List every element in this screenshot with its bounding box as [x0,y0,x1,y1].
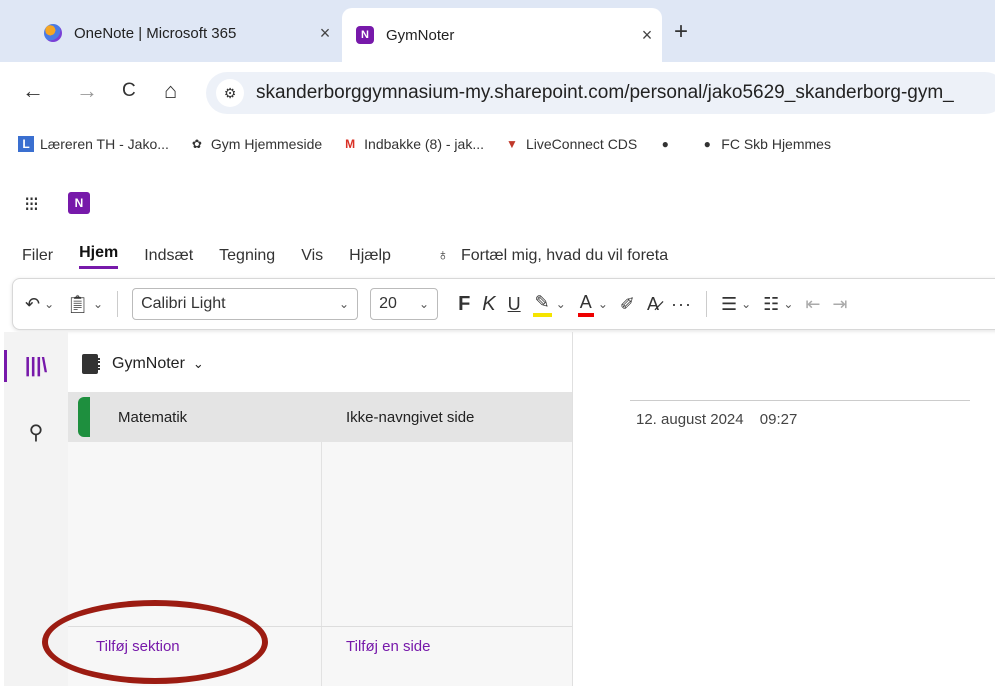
chevron-down-icon: ⌄ [741,297,752,311]
tab-title: OneNote | Microsoft 365 [74,24,237,42]
chevron-down-icon: ⌄ [419,297,430,311]
reload-icon[interactable]: C [122,80,136,102]
annotation-ellipse [42,600,268,684]
microsoft365-icon [44,24,62,42]
bullet-list-icon: ☰ [720,293,738,314]
underline-button[interactable]: U [508,294,521,315]
bookmark-item[interactable]: ● [657,136,679,152]
divider [705,291,707,317]
tab-tegning[interactable]: Tegning [219,247,275,265]
bookmark-item[interactable]: ● FC Skb Hjemmes [699,136,831,152]
italic-button[interactable]: K [482,293,495,316]
paste-button[interactable]: 📋︎ ⌄ [66,294,103,315]
divider [117,291,119,317]
new-tab-button[interactable]: + [674,18,688,46]
chevron-down-icon: ⌄ [555,297,566,311]
numbering-button[interactable]: ☷ ⌄ [763,294,793,315]
add-page-button[interactable]: Tilføj en side [346,638,430,655]
formatting-toolbar: ↶ ⌄ 📋︎ ⌄ Calibri Light ⌄ 20 ⌄ F K U ✎ ⌄ A ⌄ ✐ … [12,278,995,330]
highlighter-icon: ✎ [532,292,552,317]
highlight-button[interactable]: ✎ ⌄ [532,292,566,317]
outdent-icon: ⇤ [805,293,821,314]
brush-icon: ✐ [619,293,635,314]
url-bar[interactable]: ⚙ skanderborggymnasium-my.sharepoint.com… [206,72,995,114]
tell-me-text: Fortæl mig, hvad du vil foreta [460,247,669,264]
globe-icon: ● [703,137,711,151]
bookmark-item[interactable]: L Læreren TH - Jako... [18,136,169,152]
tab-indsaet[interactable]: Indsæt [144,247,193,265]
chevron-down-icon: ⌄ [44,297,55,311]
font-family-select[interactable]: Calibri Light ⌄ [132,288,359,320]
tab-gymnoter[interactable]: N GymNoter × [342,8,662,62]
page-item[interactable]: Ikke-navngivet side [322,392,572,442]
chevron-down-icon: ⌄ [597,297,608,311]
tab-hjaelp[interactable]: Hjælp [349,247,391,265]
page-timestamp: 12. august 2024 09:27 [636,411,797,428]
onenote-logo-icon[interactable]: N [68,192,90,214]
funnel-icon: ▼ [506,137,518,151]
page-title-input[interactable] [630,400,970,401]
section-label: Matematik [118,408,188,426]
address-bar-row: ← → C ⌂ ⚙ skanderborggymnasium-my.sharep… [0,62,995,124]
chevron-down-icon: ⌄ [339,297,350,311]
more-options-button[interactable]: ··· [671,294,692,315]
ribbon-menu: Filer Hjem Indsæt Tegning Vis Hjælp ♁ Fo… [0,238,995,274]
decrease-indent-button[interactable]: ⇤ [805,294,820,315]
section-item-matematik[interactable]: Matematik [68,392,322,442]
bookmark-item[interactable]: M Indbakke (8) - jak... [342,136,484,152]
notebook-name: GymNoter [112,355,185,372]
bookmark-icon: ✿ [191,137,202,151]
browser-tab-bar: OneNote | Microsoft 365 × N GymNoter × + [0,0,995,62]
clear-format-icon: A̷ [646,293,659,314]
page-date: 12. august 2024 [636,411,744,428]
section-color-tab [78,397,90,437]
url-text[interactable]: skanderborggymnasium-my.sharepoint.com/p… [256,82,954,104]
forward-icon[interactable]: → [76,78,98,104]
clipboard-icon: 📋︎ [66,293,90,314]
bookmark-item[interactable]: ✿ Gym Hjemmeside [189,136,322,152]
tell-me-search[interactable]: ♁ Fortæl mig, hvad du vil foreta [437,247,668,265]
tab-vis[interactable]: Vis [301,247,323,265]
font-color-button[interactable]: A ⌄ [577,292,608,317]
tab-onenote-microsoft365[interactable]: OneNote | Microsoft 365 × [30,10,340,56]
app-launcher-icon[interactable]: ⁝⁝⁝ [24,192,39,217]
lightbulb-icon: ♁ [436,247,449,264]
notebook-icon [82,354,100,374]
notebook-selector[interactable]: GymNoter ⌄ [68,336,572,392]
globe-icon: ● [661,137,669,151]
chevron-down-icon: ⌄ [783,297,794,311]
site-settings-icon[interactable]: ⚙ [216,79,244,107]
search-icon[interactable]: ⚲ [4,412,68,452]
onenote-icon: N [356,26,374,44]
increase-indent-button[interactable]: ⇥ [832,294,847,315]
bookmarks-bar: L Læreren TH - Jako... ✿ Gym Hjemmeside MI… [0,124,995,164]
undo-icon: ↶ [25,293,41,314]
indent-icon: ⇥ [832,293,848,314]
tab-title: GymNoter [386,26,455,44]
gmail-icon: M [345,137,356,151]
page-time: 09:27 [759,411,798,428]
page-title-label: Ikke-navngivet side [346,408,475,426]
bookmark-item[interactable]: ▼ LiveConnect CDS [504,136,637,152]
format-painter-button[interactable]: ✐ [620,294,635,315]
chevron-down-icon: ⌄ [93,297,104,311]
chevron-down-icon: ⌄ [192,356,204,371]
app-header: ⁝⁝⁝ N [0,172,995,226]
clear-formatting-button[interactable]: A̷ [647,294,659,315]
divider [572,332,573,686]
home-icon[interactable]: ⌂ [164,78,177,104]
tab-filer[interactable]: Filer [22,247,53,265]
numbered-list-icon: ☷ [763,293,780,314]
close-icon[interactable]: × [632,25,662,46]
undo-button[interactable]: ↶ ⌄ [25,294,54,315]
close-icon[interactable]: × [310,23,340,44]
back-icon[interactable]: ← [22,78,44,104]
notebooks-icon[interactable]: |||\ [4,346,68,386]
bullets-button[interactable]: ☰ ⌄ [721,294,751,315]
tab-hjem[interactable]: Hjem [79,244,119,269]
font-size-select[interactable]: 20 ⌄ [370,288,439,320]
bold-button[interactable]: F [458,293,470,316]
bookmark-icon: L [18,136,34,152]
